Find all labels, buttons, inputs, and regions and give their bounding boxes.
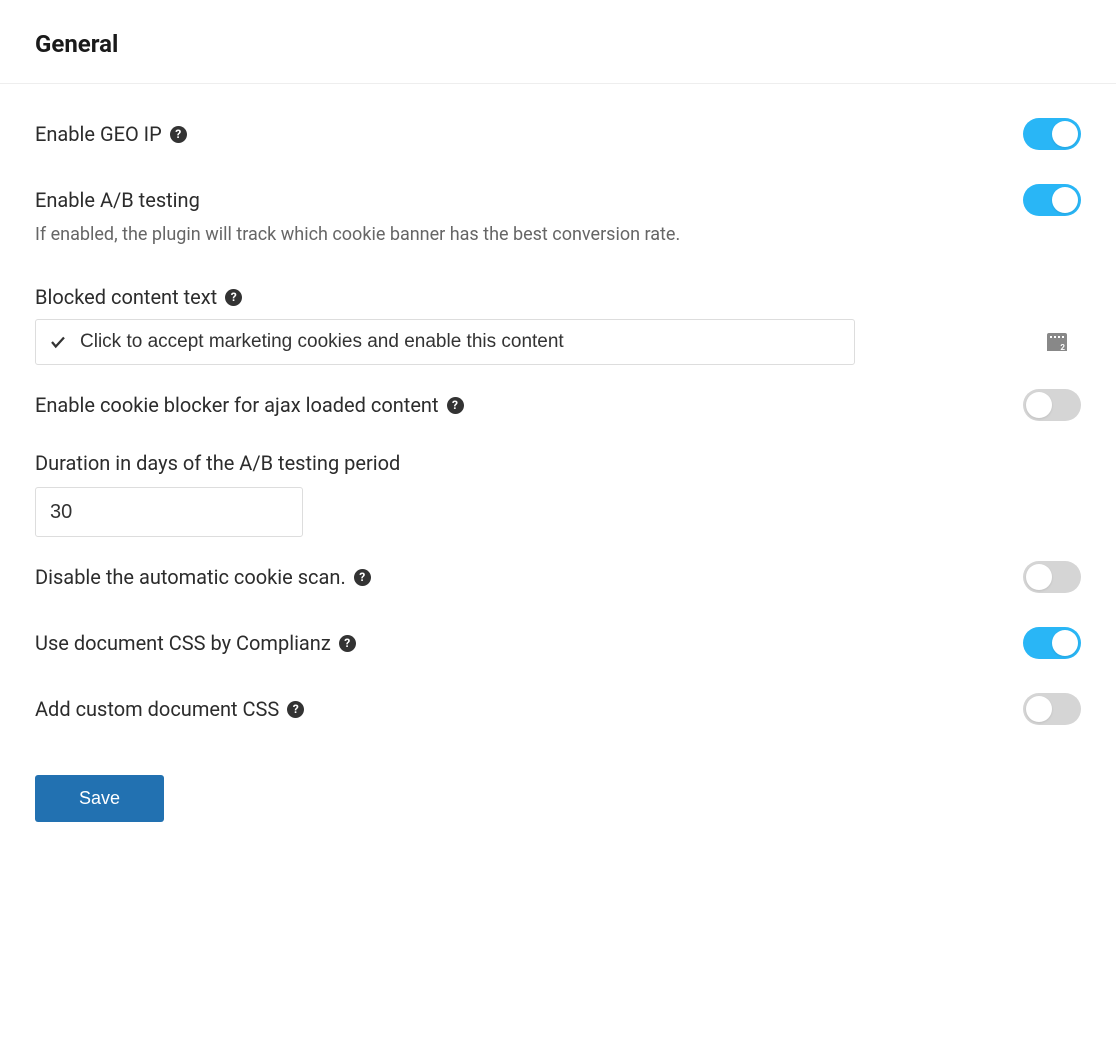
help-icon[interactable]: ? (225, 289, 242, 306)
setting-label-text: Enable A/B testing (35, 188, 200, 212)
setting-label: Enable cookie blocker for ajax loaded co… (35, 393, 464, 417)
help-icon[interactable]: ? (170, 126, 187, 143)
toggle-knob (1052, 187, 1078, 213)
toggle-disable-scan[interactable] (1023, 561, 1081, 593)
setting-disable-scan: Disable the automatic cookie scan. ? (35, 537, 1081, 603)
setting-label: Blocked content text ? (35, 285, 242, 309)
toggle-knob (1052, 121, 1078, 147)
setting-label-text: Enable cookie blocker for ajax loaded co… (35, 393, 439, 417)
toggle-knob (1026, 392, 1052, 418)
setting-label: Enable A/B testing (35, 188, 200, 212)
help-icon[interactable]: ? (339, 635, 356, 652)
setting-label: Add custom document CSS ? (35, 697, 304, 721)
toggle-ajax-blocker[interactable] (1023, 389, 1081, 421)
toggle-doc-css[interactable] (1023, 627, 1081, 659)
section-header: General (0, 0, 1116, 84)
toggle-custom-css[interactable] (1023, 693, 1081, 725)
setting-label-text: Enable GEO IP (35, 122, 162, 146)
settings-content: Enable GEO IP ? Enable A/B testing If en… (0, 84, 1116, 862)
setting-label-text: Duration in days of the A/B testing peri… (35, 451, 400, 475)
setting-label: Enable GEO IP ? (35, 122, 187, 146)
toggle-knob (1026, 564, 1052, 590)
setting-label-text: Use document CSS by Complianz (35, 631, 331, 655)
setting-description: If enabled, the plugin will track which … (35, 222, 855, 247)
toggle-knob (1052, 630, 1078, 656)
page-title: General (35, 30, 1081, 58)
setting-geo-ip: Enable GEO IP ? (35, 94, 1081, 160)
setting-label: Disable the automatic cookie scan. ? (35, 565, 371, 589)
help-icon[interactable]: ? (287, 701, 304, 718)
save-button[interactable]: Save (35, 775, 164, 822)
text-input-wrap (35, 319, 1081, 365)
setting-label-text: Disable the automatic cookie scan. (35, 565, 346, 589)
setting-ajax-blocker: Enable cookie blocker for ajax loaded co… (35, 365, 1081, 431)
setting-blocked-content: Blocked content text ? (35, 257, 1081, 365)
toggle-knob (1026, 696, 1052, 722)
checkmark-icon (49, 333, 67, 351)
setting-label: Use document CSS by Complianz ? (35, 631, 356, 655)
setting-ab-testing: Enable A/B testing If enabled, the plugi… (35, 160, 1081, 257)
translation-icon[interactable] (1047, 333, 1067, 351)
blocked-content-input[interactable] (35, 319, 855, 365)
help-icon[interactable]: ? (447, 397, 464, 414)
ab-duration-input[interactable] (35, 487, 303, 537)
setting-doc-css: Use document CSS by Complianz ? (35, 603, 1081, 669)
toggle-ab-testing[interactable] (1023, 184, 1081, 216)
help-icon[interactable]: ? (354, 569, 371, 586)
toggle-geo-ip[interactable] (1023, 118, 1081, 150)
setting-custom-css: Add custom document CSS ? (35, 669, 1081, 735)
setting-label-text: Blocked content text (35, 285, 217, 309)
setting-label-text: Add custom document CSS (35, 697, 279, 721)
setting-label: Duration in days of the A/B testing peri… (35, 451, 400, 475)
setting-ab-duration: Duration in days of the A/B testing peri… (35, 431, 1081, 537)
